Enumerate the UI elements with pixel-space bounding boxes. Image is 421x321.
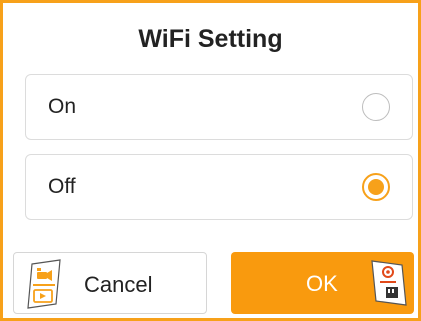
settings-sd-card-icon [371, 260, 407, 306]
option-off-label: Off [48, 175, 76, 198]
wifi-setting-dialog: WiFi Setting On Off Cancel OK [0, 0, 421, 321]
option-on[interactable]: On [25, 74, 413, 140]
ok-button-label: OK [306, 271, 338, 296]
option-on-label: On [48, 95, 77, 118]
radio-off[interactable] [362, 173, 390, 201]
ok-button[interactable]: OK [231, 252, 414, 314]
option-off[interactable]: Off [25, 154, 413, 220]
cancel-button-label: Cancel [84, 272, 153, 297]
dialog-title: WiFi Setting [138, 25, 283, 53]
radio-on[interactable] [362, 93, 390, 121]
cancel-button[interactable]: Cancel [13, 252, 207, 314]
video-playback-icon [27, 259, 61, 309]
